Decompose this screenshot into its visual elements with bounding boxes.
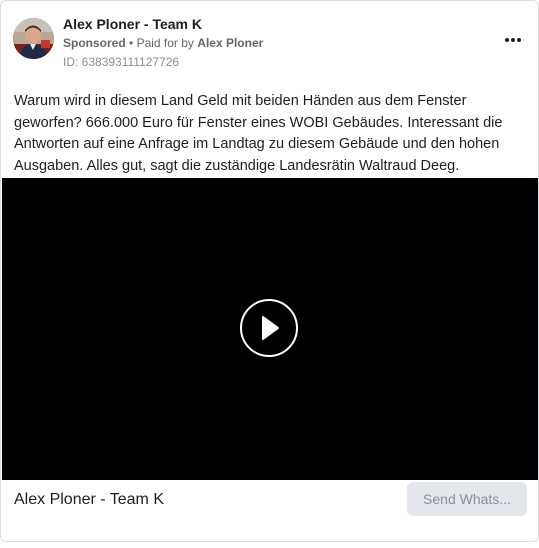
ad-id: ID: 638393111127726 — [63, 55, 180, 69]
send-whatsapp-button[interactable]: Send Whats... — [407, 482, 527, 516]
footer-page-name: Alex Ploner - Team K — [14, 491, 164, 508]
ad-body-text: Warum wird in diesem Land Geld mit beide… — [14, 93, 503, 174]
avatar[interactable] — [13, 18, 54, 59]
separator: • — [129, 36, 134, 50]
more-options-icon[interactable] — [502, 29, 524, 51]
play-triangle — [262, 316, 279, 340]
paid-for-prefix: Paid for by — [136, 36, 194, 50]
play-icon[interactable] — [240, 299, 298, 357]
paid-for-name: Alex Ploner — [197, 36, 264, 50]
page-name[interactable]: Alex Ploner - Team K — [63, 16, 202, 32]
ad-card: Alex Ploner - Team K Sponsored • Paid fo… — [0, 0, 539, 542]
sponsorship-info: Sponsored • Paid for by Alex Ploner — [63, 36, 263, 50]
sponsored-label: Sponsored — [63, 36, 126, 50]
profile-photo — [13, 18, 54, 59]
